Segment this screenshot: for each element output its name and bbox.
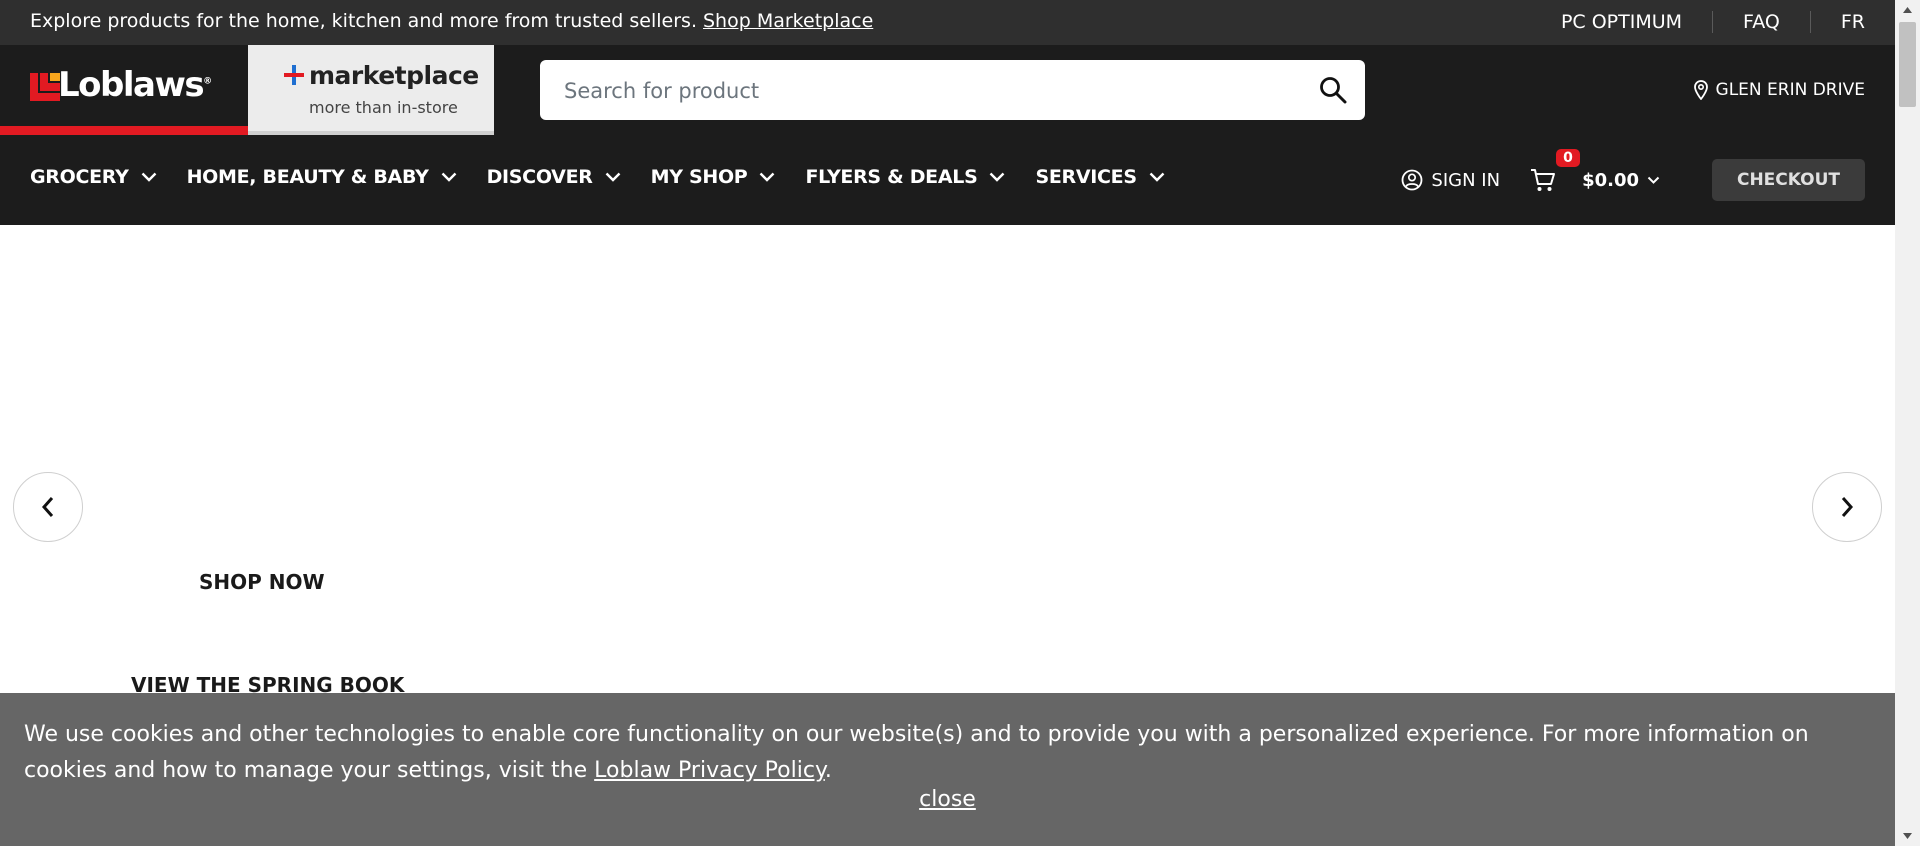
marketplace-plus-icon bbox=[284, 65, 304, 85]
account-cart-area: SIGN IN 0 $0.00 CHECKOUT bbox=[1401, 135, 1865, 225]
search-bar bbox=[540, 60, 1365, 122]
promo-bar: Explore products for the home, kitchen a… bbox=[0, 0, 1895, 45]
chevron-down-icon bbox=[1647, 176, 1660, 184]
search-icon[interactable] bbox=[1319, 76, 1347, 104]
chevron-down-icon bbox=[1149, 172, 1165, 182]
cookie-text: We use cookies and other technologies to… bbox=[24, 722, 1809, 783]
shop-marketplace-link[interactable]: Shop Marketplace bbox=[703, 10, 873, 32]
chevron-down-icon bbox=[441, 172, 456, 182]
cookie-close-button[interactable]: close bbox=[919, 787, 976, 812]
scroll-up-button[interactable] bbox=[1895, 0, 1920, 20]
shop-now-link[interactable]: SHOP NOW bbox=[199, 570, 325, 594]
sign-in-label: SIGN IN bbox=[1431, 169, 1501, 191]
cart-count-badge: 0 bbox=[1556, 149, 1580, 167]
nav-item-label: FLYERS & DEALS bbox=[805, 166, 978, 188]
logo-accent-bar bbox=[0, 126, 248, 135]
search-input[interactable] bbox=[562, 60, 1306, 122]
scroll-up-arrow-icon bbox=[1903, 7, 1912, 13]
nav-item-flyers-deals[interactable]: FLYERS & DEALS bbox=[805, 166, 1005, 188]
cookie-text-end: . bbox=[824, 758, 832, 783]
store-location-button[interactable]: GLEN ERIN DRIVE bbox=[1693, 45, 1865, 135]
promo-message: Explore products for the home, kitchen a… bbox=[30, 0, 873, 43]
cart-icon bbox=[1531, 169, 1556, 191]
cookie-message: We use cookies and other technologies to… bbox=[24, 717, 1874, 789]
loblaws-logo[interactable]: Loblaws® bbox=[0, 45, 248, 135]
faq-link[interactable]: FAQ bbox=[1743, 11, 1780, 33]
page: Explore products for the home, kitchen a… bbox=[0, 0, 1895, 846]
chevron-left-icon bbox=[41, 497, 54, 517]
language-toggle-link[interactable]: FR bbox=[1841, 11, 1865, 33]
user-icon bbox=[1402, 169, 1423, 191]
cart-button[interactable]: 0 $0.00 bbox=[1530, 149, 1660, 193]
carousel-next-button[interactable] bbox=[1812, 472, 1882, 542]
main-navigation: GROCERY HOME, BEAUTY & BABY DISCOVER MY … bbox=[0, 135, 1895, 225]
logo-wordmark: Loblaws® bbox=[58, 65, 213, 105]
nav-menu: GROCERY HOME, BEAUTY & BABY DISCOVER MY … bbox=[30, 135, 1195, 219]
marketplace-title: marketplace bbox=[309, 61, 479, 90]
nav-item-discover[interactable]: DISCOVER bbox=[487, 166, 621, 188]
nav-item-label: HOME, BEAUTY & BABY bbox=[186, 166, 429, 188]
utility-links: PC OPTIMUM FAQ FR bbox=[1561, 0, 1865, 43]
chevron-down-icon bbox=[760, 172, 775, 182]
cart-total[interactable]: $0.00 bbox=[1582, 170, 1660, 191]
nav-item-label: GROCERY bbox=[30, 166, 129, 188]
chevron-down-icon bbox=[990, 172, 1005, 182]
chevron-down-icon bbox=[141, 172, 156, 182]
nav-item-label: SERVICES bbox=[1035, 166, 1137, 188]
nav-item-my-shop[interactable]: MY SHOP bbox=[651, 166, 776, 188]
nav-item-home-beauty-baby[interactable]: HOME, BEAUTY & BABY bbox=[187, 166, 457, 188]
chevron-right-icon bbox=[1841, 497, 1854, 517]
checkout-button[interactable]: CHECKOUT bbox=[1712, 159, 1865, 201]
sign-in-button[interactable]: SIGN IN bbox=[1401, 169, 1500, 191]
location-pin-icon bbox=[1693, 80, 1708, 100]
pc-optimum-link[interactable]: PC OPTIMUM bbox=[1561, 11, 1682, 33]
divider bbox=[1809, 10, 1811, 33]
scroll-down-button[interactable] bbox=[1895, 826, 1920, 846]
header: Loblaws® marketplace more than in-store bbox=[0, 45, 1895, 136]
scroll-down-arrow-icon bbox=[1903, 833, 1912, 839]
nav-item-services[interactable]: SERVICES bbox=[1035, 166, 1165, 188]
cookie-close-row: close bbox=[0, 787, 1895, 812]
marketplace-subtitle: more than in-store bbox=[309, 98, 458, 117]
marketplace-banner[interactable]: marketplace more than in-store bbox=[248, 45, 494, 135]
loblaws-logo-mark-icon bbox=[30, 73, 60, 101]
scrollbar-thumb[interactable] bbox=[1899, 22, 1916, 107]
promo-text: Explore products for the home, kitchen a… bbox=[30, 10, 697, 32]
divider bbox=[1712, 10, 1714, 33]
store-location-label: GLEN ERIN DRIVE bbox=[1715, 80, 1865, 100]
nav-item-label: DISCOVER bbox=[486, 166, 593, 188]
nav-item-label: MY SHOP bbox=[650, 166, 748, 188]
privacy-policy-link[interactable]: Loblaw Privacy Policy bbox=[594, 758, 825, 783]
cart-total-amount: $0.00 bbox=[1582, 169, 1639, 191]
carousel-previous-button[interactable] bbox=[13, 472, 83, 542]
page-scrollbar[interactable] bbox=[1895, 0, 1920, 846]
nav-item-grocery[interactable]: GROCERY bbox=[30, 166, 157, 188]
chevron-down-icon bbox=[605, 172, 620, 182]
cookie-banner: We use cookies and other technologies to… bbox=[0, 693, 1895, 846]
